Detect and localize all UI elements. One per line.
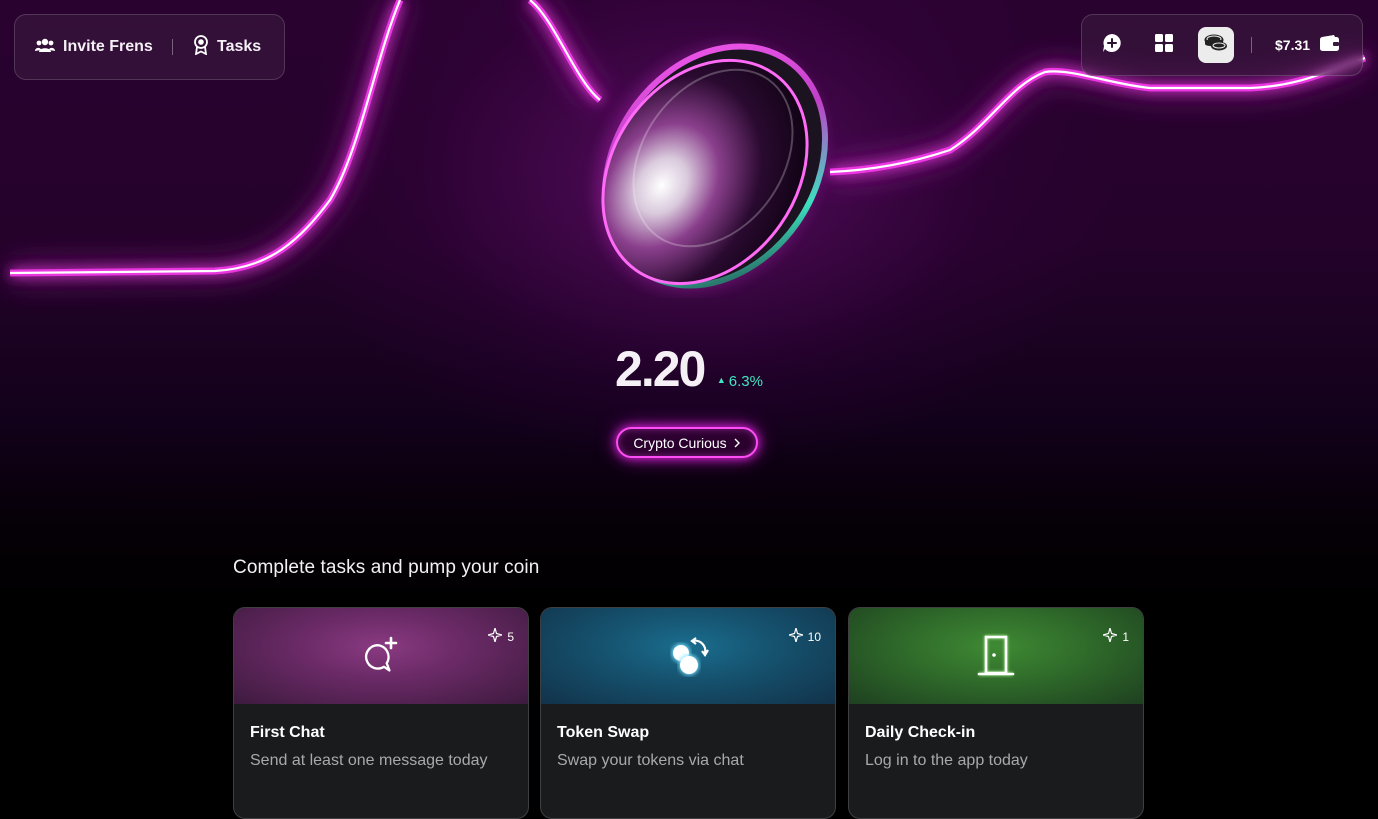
task-title: Token Swap — [557, 724, 650, 741]
coins-button[interactable] — [1198, 27, 1234, 63]
sparkle-icon — [786, 625, 805, 645]
award-icon — [193, 34, 209, 60]
chat-plus-icon — [234, 608, 528, 704]
invite-frens-label: Invite Frens — [63, 38, 153, 55]
toolbar-divider — [1251, 37, 1252, 53]
balance-amount: $7.31 — [1275, 37, 1311, 53]
points-badge: 10 — [786, 625, 821, 645]
chevron-right-icon — [733, 435, 741, 451]
points-value: 1 — [1122, 629, 1129, 644]
apps-grid-button[interactable] — [1146, 27, 1182, 63]
people-icon — [35, 37, 55, 58]
level-label: Crypto Curious — [633, 434, 727, 451]
top-left-nav: Invite Frens Tasks — [14, 14, 285, 80]
price-change: ▲ 6.3% — [717, 373, 763, 390]
swap-coins-icon — [541, 608, 835, 704]
coin-graphic — [596, 43, 829, 291]
task-description: Log in to the app today — [865, 752, 1028, 769]
coin-price: 2.20 — [615, 341, 706, 397]
door-icon — [849, 608, 1143, 704]
task-title: Daily Check-in — [865, 724, 976, 741]
points-value: 10 — [807, 629, 821, 644]
wallet-balance-button[interactable]: $7.31 — [1275, 15, 1340, 75]
task-description: Send at least one message today — [250, 752, 488, 769]
top-right-toolbar: $7.31 — [1081, 14, 1363, 76]
task-card-daily-check-in[interactable]: 1 Daily Check-in Log in to the app today — [848, 607, 1144, 819]
task-description: Swap your tokens via chat — [557, 752, 744, 769]
section-title: Complete tasks and pump your coin — [233, 557, 540, 578]
points-badge: 1 — [1101, 625, 1129, 645]
task-title: First Chat — [250, 724, 325, 741]
sparkle-icon — [486, 625, 505, 645]
chat-plus-icon — [1101, 32, 1123, 59]
level-badge-button[interactable]: Crypto Curious — [616, 427, 758, 458]
points-badge: 5 — [486, 625, 514, 645]
coins-icon — [1203, 33, 1229, 58]
price-change-value: 6.3% — [728, 373, 763, 390]
tasks-button[interactable]: Tasks — [193, 15, 261, 79]
wallet-icon — [1320, 35, 1340, 55]
task-card-token-swap[interactable]: 10 Token Swap Swap your tokens via chat — [540, 607, 836, 819]
tasks-label: Tasks — [217, 38, 262, 55]
sparkle-icon — [1101, 625, 1120, 645]
grid-icon — [1155, 33, 1173, 57]
price-row: 2.20 ▲ 6.3% — [0, 340, 1378, 398]
chat-plus-button[interactable] — [1094, 27, 1130, 63]
points-value: 5 — [507, 629, 514, 644]
task-card-first-chat[interactable]: 5 First Chat Send at least one message t… — [233, 607, 529, 819]
up-arrow-icon: ▲ — [716, 375, 726, 385]
nav-divider — [172, 39, 173, 55]
invite-frens-button[interactable]: Invite Frens — [35, 15, 153, 79]
